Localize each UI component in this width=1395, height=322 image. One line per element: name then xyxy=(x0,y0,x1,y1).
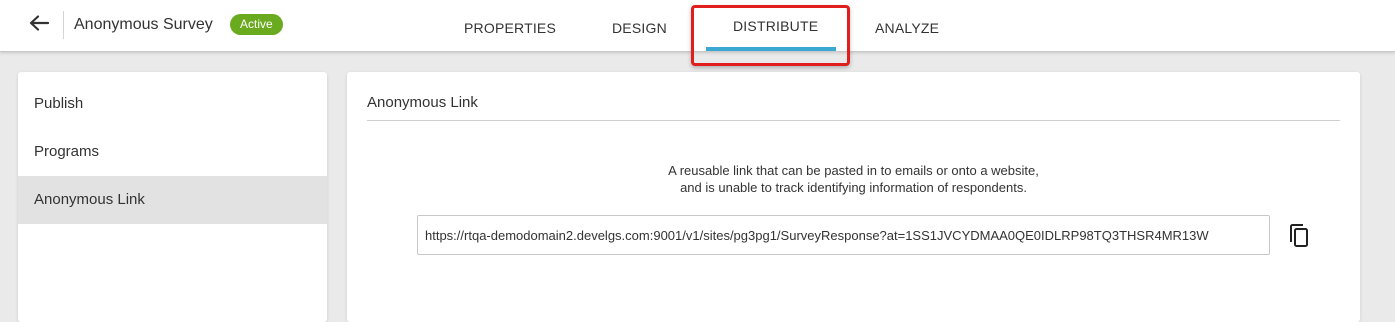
sidebar-item-publish[interactable]: Publish xyxy=(18,80,327,128)
tab-distribute[interactable]: DISTRIBUTE xyxy=(733,18,818,34)
copy-icon xyxy=(1287,224,1311,253)
panel-divider xyxy=(367,120,1340,121)
tab-design[interactable]: DESIGN xyxy=(612,20,667,36)
sidebar-item-programs[interactable]: Programs xyxy=(18,128,327,176)
sidebar-item-anonymous-link[interactable]: Anonymous Link xyxy=(18,176,327,224)
back-button[interactable] xyxy=(22,8,56,42)
tab-analyze[interactable]: ANALYZE xyxy=(875,20,939,36)
status-badge: Active xyxy=(230,14,283,35)
header-divider xyxy=(63,11,64,39)
tab-properties[interactable]: PROPERTIES xyxy=(464,20,556,36)
active-tab-indicator xyxy=(706,47,836,51)
main-panel: Anonymous Link A reusable link that can … xyxy=(347,72,1360,322)
link-description: A reusable link that can be pasted in to… xyxy=(347,162,1360,196)
top-bar: Anonymous Survey Active PROPERTIES DESIG… xyxy=(0,0,1395,52)
sidebar: Publish Programs Anonymous Link xyxy=(18,72,327,322)
anonymous-link-field[interactable] xyxy=(417,215,1270,255)
arrow-left-icon xyxy=(29,14,50,36)
panel-title: Anonymous Link xyxy=(367,94,478,111)
copy-link-button[interactable] xyxy=(1287,223,1311,249)
description-line-1: A reusable link that can be pasted in to… xyxy=(668,163,1039,178)
description-line-2: and is unable to track identifying infor… xyxy=(680,180,1027,195)
survey-title: Anonymous Survey xyxy=(74,16,213,33)
